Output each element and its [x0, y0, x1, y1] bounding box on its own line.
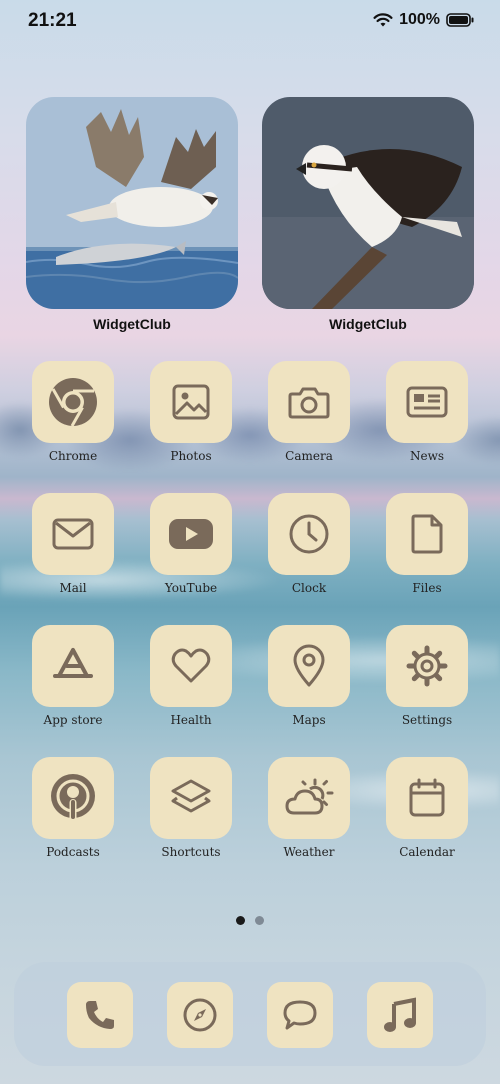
wifi-icon	[373, 12, 393, 28]
app-news[interactable]	[386, 361, 468, 443]
map-pin-icon	[292, 644, 326, 688]
perched-osprey-image	[262, 97, 474, 309]
app-app-store[interactable]	[32, 625, 114, 707]
app-youtube[interactable]	[150, 493, 232, 575]
app-health[interactable]	[150, 625, 232, 707]
heart-icon	[170, 647, 212, 685]
widget-perched-osprey[interactable]	[262, 97, 474, 309]
mail-icon	[52, 517, 94, 551]
app-label-calendar: Calendar	[399, 845, 455, 859]
dock-app-phone[interactable]	[67, 982, 133, 1048]
status-bar: 21:21 100%	[0, 0, 500, 44]
app-label-weather: Weather	[283, 845, 335, 859]
battery-percentage: 100%	[399, 11, 440, 28]
music-icon	[382, 996, 418, 1034]
app-label-maps: Maps	[292, 713, 326, 727]
chrome-icon	[47, 376, 99, 428]
gear-icon	[406, 645, 448, 687]
widget-label: WidgetClub	[329, 316, 407, 332]
page-dot-inactive[interactable]	[255, 916, 264, 925]
home-screen: 21:21 100% WidgetClub WidgetClub Chrome …	[0, 0, 500, 1084]
app-photos[interactable]	[150, 361, 232, 443]
youtube-icon	[168, 517, 214, 551]
calendar-icon	[408, 778, 446, 818]
app-label-youtube: YouTube	[164, 581, 218, 595]
page-dot-active[interactable]	[236, 916, 245, 925]
app-store-icon	[51, 646, 95, 686]
widget-osprey-with-fish[interactable]	[26, 97, 238, 309]
podcasts-icon	[48, 772, 98, 824]
dock-app-safari[interactable]	[167, 982, 233, 1048]
osprey-with-fish-image	[26, 97, 238, 309]
dock-app-music[interactable]	[367, 982, 433, 1048]
app-mail[interactable]	[32, 493, 114, 575]
news-icon	[406, 384, 448, 420]
app-camera[interactable]	[268, 361, 350, 443]
clock-icon	[288, 513, 330, 555]
app-weather[interactable]	[268, 757, 350, 839]
app-files[interactable]	[386, 493, 468, 575]
dock-app-messages[interactable]	[267, 982, 333, 1048]
status-time: 21:21	[28, 10, 77, 31]
app-label-files: Files	[412, 581, 442, 595]
app-label-camera: Camera	[285, 449, 333, 463]
phone-icon	[83, 998, 117, 1032]
app-calendar[interactable]	[386, 757, 468, 839]
photos-icon	[171, 382, 211, 422]
widget-label: WidgetClub	[93, 316, 171, 332]
app-label-health: Health	[170, 713, 212, 727]
app-podcasts[interactable]	[32, 757, 114, 839]
files-icon	[410, 513, 444, 555]
app-settings[interactable]	[386, 625, 468, 707]
weather-icon	[284, 777, 334, 819]
battery-icon	[446, 13, 474, 27]
app-label-settings: Settings	[401, 713, 453, 727]
app-label-clock: Clock	[291, 581, 327, 595]
app-chrome[interactable]	[32, 361, 114, 443]
app-label-podcasts: Podcasts	[46, 845, 100, 859]
page-indicator[interactable]	[0, 916, 500, 925]
app-clock[interactable]	[268, 493, 350, 575]
dock	[14, 962, 486, 1066]
camera-icon	[288, 384, 330, 420]
app-label-news: News	[409, 449, 445, 463]
app-label-mail: Mail	[59, 581, 87, 595]
app-shortcuts[interactable]	[150, 757, 232, 839]
status-indicators: 100%	[373, 11, 474, 29]
shortcuts-icon	[169, 777, 213, 819]
app-label-app-store: App store	[43, 713, 103, 727]
app-label-photos: Photos	[170, 449, 212, 463]
message-icon	[282, 998, 318, 1032]
app-label-shortcuts: Shortcuts	[161, 845, 221, 859]
compass-icon	[182, 997, 218, 1033]
app-maps[interactable]	[268, 625, 350, 707]
app-label-chrome: Chrome	[48, 449, 98, 463]
